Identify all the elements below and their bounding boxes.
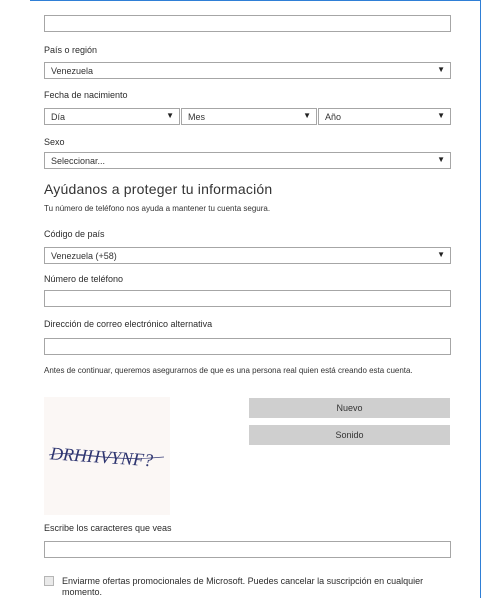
captcha-characters: DRHHVYNF? <box>48 443 153 470</box>
window-border-top <box>30 0 481 1</box>
captcha-graphic: DRHHVYNF? <box>48 443 165 470</box>
gender-select[interactable]: Seleccionar... ▼ <box>44 152 451 169</box>
birth-day-select[interactable]: Día ▼ <box>44 108 180 125</box>
alt-email-input[interactable] <box>44 338 451 355</box>
promo-checkbox-label: Enviarme ofertas promocionales de Micros… <box>62 576 424 597</box>
gender-value: Seleccionar... <box>51 156 106 166</box>
birth-month-value: Mes <box>188 112 206 122</box>
chevron-down-icon: ▼ <box>437 250 445 259</box>
captcha-image: DRHHVYNF? <box>44 397 170 515</box>
protect-info-description: Tu número de teléfono nos ayuda a manten… <box>44 204 271 213</box>
phone-label: Número de teléfono <box>44 274 124 284</box>
birth-month-select[interactable]: Mes ▼ <box>181 108 317 125</box>
chevron-down-icon: ▼ <box>166 111 174 120</box>
country-code-value: Venezuela (+58) <box>51 251 117 261</box>
promo-checkbox[interactable] <box>44 576 54 586</box>
alt-email-label: Dirección de correo electrónico alternat… <box>44 319 213 329</box>
birth-year-value: Año <box>325 112 342 122</box>
chevron-down-icon: ▼ <box>303 111 311 120</box>
birth-day-value: Día <box>51 112 66 122</box>
country-code-select[interactable]: Venezuela (+58) ▼ <box>44 247 451 264</box>
audio-captcha-button[interactable]: Sonido <box>249 425 450 445</box>
phone-input[interactable] <box>44 290 451 307</box>
chevron-down-icon: ▼ <box>437 65 445 74</box>
protect-info-heading: Ayúdanos a proteger tu información <box>44 181 273 197</box>
text-input-top[interactable] <box>44 15 451 32</box>
country-region-select[interactable]: Venezuela ▼ <box>44 62 451 79</box>
captcha-input[interactable] <box>44 541 451 558</box>
chevron-down-icon: ▼ <box>437 155 445 164</box>
chevron-down-icon: ▼ <box>437 111 445 120</box>
window-border-right <box>480 0 481 598</box>
birthdate-label: Fecha de nacimiento <box>44 90 128 100</box>
gender-label: Sexo <box>44 137 65 147</box>
country-region-value: Venezuela <box>51 66 94 76</box>
birth-year-select[interactable]: Año ▼ <box>318 108 451 125</box>
captcha-input-label: Escribe los caracteres que veas <box>44 523 172 533</box>
new-captcha-button[interactable]: Nuevo <box>249 398 450 418</box>
captcha-intro-text: Antes de continuar, queremos asegurarnos… <box>44 366 413 375</box>
country-code-label: Código de país <box>44 229 105 239</box>
country-region-label: País o región <box>44 45 98 55</box>
